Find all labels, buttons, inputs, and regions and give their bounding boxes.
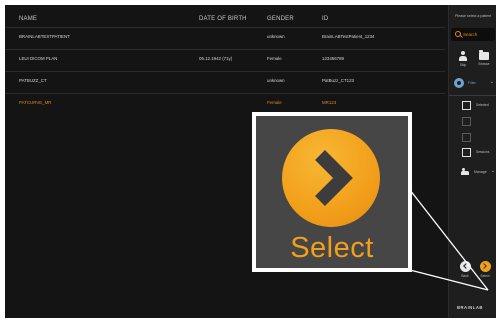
search-box[interactable] <box>451 28 495 41</box>
select-button[interactable]: Select <box>477 261 493 283</box>
table-row[interactable]: LEUI DICOM PLAN 05.12.1942 (71y) Female … <box>5 49 445 66</box>
checkbox <box>462 133 471 142</box>
column-header-gender[interactable]: GENDER <box>267 16 294 22</box>
filter-option-label: Sessions <box>476 150 490 154</box>
cell-gender: unknown <box>267 78 285 83</box>
patient-selection-screen: NAME DATE OF BIRTH GENDER ID BRAINLABTES… <box>5 5 496 318</box>
cell-id: 123456789 <box>322 56 344 61</box>
filter-option-label: Selected <box>476 103 489 107</box>
right-sidebar: Please select a patient Skip Browse Filt… <box>448 5 496 318</box>
cell-dob: 05.12.1942 (71y) <box>199 56 233 61</box>
cell-name: LEUI DICOM PLAN <box>19 56 58 61</box>
cell-name: PATCURVE_MR <box>19 100 52 105</box>
skip-label: Skip <box>459 63 467 67</box>
chevron-down-icon: ⌄ <box>490 168 495 174</box>
browse-button[interactable]: Browse <box>474 50 494 73</box>
search-icon <box>455 31 461 37</box>
back-arrow-icon <box>459 261 471 272</box>
cell-gender: Female <box>267 100 282 105</box>
chevron-down-icon: ⌄ <box>489 79 494 85</box>
callout-panel: Select <box>256 116 408 268</box>
manage-toggle[interactable]: Manage ⌄ <box>461 167 495 179</box>
callout-select-label: Select <box>290 232 374 264</box>
checkbox <box>462 117 471 126</box>
cell-gender: Female <box>267 56 282 61</box>
cell-name: BRAINLABTESTPATIENT <box>19 34 70 39</box>
table-row-selected[interactable]: PATCURVE_MR Female MR123 <box>5 93 445 110</box>
cell-id: MR123 <box>322 100 337 105</box>
back-label: Back <box>461 274 469 278</box>
table-row[interactable]: PATBUZZ_CT unknown PatBuzz_CT123 <box>5 71 445 88</box>
back-button[interactable]: Back <box>457 261 473 283</box>
folder-icon <box>479 50 489 60</box>
checkbox[interactable] <box>462 148 471 157</box>
filter-option-sessions[interactable]: Sessions <box>462 147 496 159</box>
cell-id: BrainLABTestPatient_1234 <box>322 34 375 39</box>
cell-gender: unknown <box>267 34 285 39</box>
table-header: NAME DATE OF BIRTH GENDER ID <box>5 5 445 27</box>
users-icon <box>461 168 470 175</box>
select-label: Select <box>480 274 490 278</box>
select-patient-prompt: Please select a patient <box>455 14 492 18</box>
select-arrow-icon <box>479 261 491 272</box>
cell-name: PATBUZZ_CT <box>19 78 47 83</box>
person-icon <box>459 51 467 61</box>
cell-id: PatBuzz_CT123 <box>322 78 354 83</box>
column-header-id[interactable]: ID <box>322 16 328 22</box>
filter-toggle[interactable]: Filter ⌄ <box>454 77 494 89</box>
table-row[interactable]: BRAINLABTESTPATIENT unknown BrainLABTest… <box>5 27 445 44</box>
sidebar-divider <box>449 95 496 96</box>
chevron-right-glyph <box>315 150 353 206</box>
checkbox[interactable] <box>462 101 471 110</box>
select-button-callout: Select <box>252 112 412 272</box>
filter-option-disabled <box>462 116 496 128</box>
filter-option-selected[interactable]: Selected <box>462 100 496 112</box>
search-input[interactable] <box>463 30 493 39</box>
column-header-name[interactable]: NAME <box>19 16 37 22</box>
filter-option-disabled <box>462 132 496 144</box>
filter-icon <box>454 78 464 88</box>
brainlab-logo: BRAINLAB <box>457 305 483 310</box>
browse-label: Browse <box>478 62 490 66</box>
filter-label: Filter <box>468 81 476 85</box>
chevron-right-icon <box>282 129 380 227</box>
skip-button[interactable]: Skip <box>453 51 473 73</box>
manage-label: Manage <box>474 170 487 174</box>
column-header-dob[interactable]: DATE OF BIRTH <box>199 16 247 22</box>
